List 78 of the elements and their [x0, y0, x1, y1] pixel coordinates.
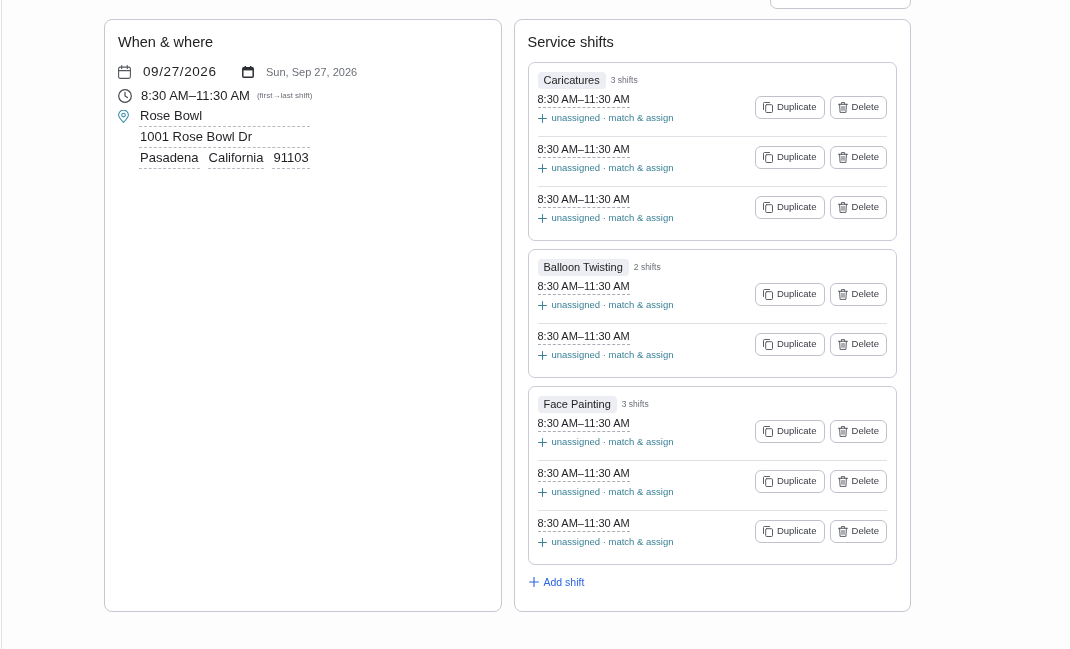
trash-icon [837, 425, 848, 437]
duplicate-button[interactable]: Duplicate [754, 332, 825, 356]
time-range-text: 8:30 AM–11:30 AM [141, 87, 250, 106]
copy-icon [762, 425, 773, 437]
shift-time-field[interactable]: 8:30 AM–11:30 AM [537, 517, 630, 532]
trash-icon [837, 101, 848, 113]
copy-icon [762, 525, 773, 537]
panel-title: Service shifts [527, 33, 615, 52]
panel-title: When & where [118, 33, 215, 52]
shift-count: 3 shifts [621, 398, 649, 411]
state-field[interactable]: California [207, 149, 265, 169]
assign-link[interactable]: unassigned · match & assign [537, 299, 674, 311]
copy-icon [762, 288, 773, 300]
plus-icon [528, 577, 539, 587]
plus-icon [537, 487, 547, 497]
copy-icon [762, 101, 773, 113]
plus-icon [537, 437, 547, 447]
assign-link[interactable]: unassigned · match & assign [537, 162, 674, 174]
duplicate-button[interactable]: Duplicate [754, 469, 825, 493]
trash-icon [837, 338, 848, 350]
shift-time-field[interactable]: 8:30 AM–11:30 AM [537, 417, 630, 432]
duplicate-button[interactable]: Duplicate [754, 419, 825, 443]
city-field[interactable]: Pasadena [139, 149, 200, 169]
delete-button[interactable]: Delete [829, 419, 887, 443]
delete-button[interactable]: Delete [829, 469, 887, 493]
date-field[interactable]: 09/27/2026 [143, 63, 234, 81]
plus-icon [537, 300, 547, 310]
duplicate-button[interactable]: Duplicate [754, 195, 825, 219]
plus-icon [537, 213, 547, 223]
copy-icon [762, 338, 773, 350]
zip-field[interactable]: 91103 [272, 149, 310, 169]
venue-field[interactable]: Rose Bowl [139, 107, 310, 127]
duplicate-button[interactable]: Duplicate [754, 519, 825, 543]
trash-icon [837, 288, 848, 300]
copy-icon [762, 151, 773, 163]
assign-link[interactable]: unassigned · match & assign [537, 349, 674, 361]
trash-icon [837, 201, 848, 213]
street-field[interactable]: 1001 Rose Bowl Dr [139, 128, 310, 148]
shift-count: 2 shifts [633, 261, 661, 274]
delete-button[interactable]: Delete [829, 145, 887, 169]
plus-icon [537, 163, 547, 173]
trash-icon [837, 525, 848, 537]
date-label: Sun, Sep 27, 2026 [266, 64, 358, 80]
plus-icon [537, 113, 547, 123]
shift-time-field[interactable]: 8:30 AM–11:30 AM [537, 143, 630, 158]
duplicate-button[interactable]: Duplicate [754, 282, 825, 306]
shift-time-field[interactable]: 8:30 AM–11:30 AM [537, 467, 630, 482]
assign-link[interactable]: unassigned · match & assign [537, 486, 674, 498]
plus-icon [537, 537, 547, 547]
calendar-icon[interactable] [242, 66, 254, 78]
delete-button[interactable]: Delete [829, 332, 887, 356]
assign-link[interactable]: unassigned · match & assign [537, 536, 674, 548]
copy-icon [762, 201, 773, 213]
delete-button[interactable]: Delete [829, 195, 887, 219]
service-tag: Caricatures [537, 72, 606, 89]
trash-icon [837, 151, 848, 163]
map-pin-icon [118, 110, 129, 123]
copy-icon [762, 475, 773, 487]
assign-link[interactable]: unassigned · match & assign [537, 212, 674, 224]
delete-button[interactable]: Delete [829, 519, 887, 543]
service-tag: Balloon Twisting [537, 259, 629, 276]
shift-time-field[interactable]: 8:30 AM–11:30 AM [537, 330, 630, 345]
assign-link[interactable]: unassigned · match & assign [537, 436, 674, 448]
clock-icon [118, 89, 132, 103]
service-tag: Face Painting [537, 396, 617, 413]
assign-link[interactable]: unassigned · match & assign [537, 112, 674, 124]
delete-button[interactable]: Delete [829, 282, 887, 306]
delete-button[interactable]: Delete [829, 95, 887, 119]
plus-icon [537, 350, 547, 360]
shift-time-field[interactable]: 8:30 AM–11:30 AM [537, 280, 630, 295]
add-shift-link[interactable]: Add shift [528, 575, 585, 589]
calendar-icon [118, 65, 131, 79]
duplicate-button[interactable]: Duplicate [754, 145, 825, 169]
shift-count: 3 shifts [610, 74, 638, 87]
shift-time-field[interactable]: 8:30 AM–11:30 AM [537, 193, 630, 208]
shift-time-field[interactable]: 8:30 AM–11:30 AM [537, 93, 630, 108]
duplicate-button[interactable]: Duplicate [754, 95, 825, 119]
trash-icon [837, 475, 848, 487]
